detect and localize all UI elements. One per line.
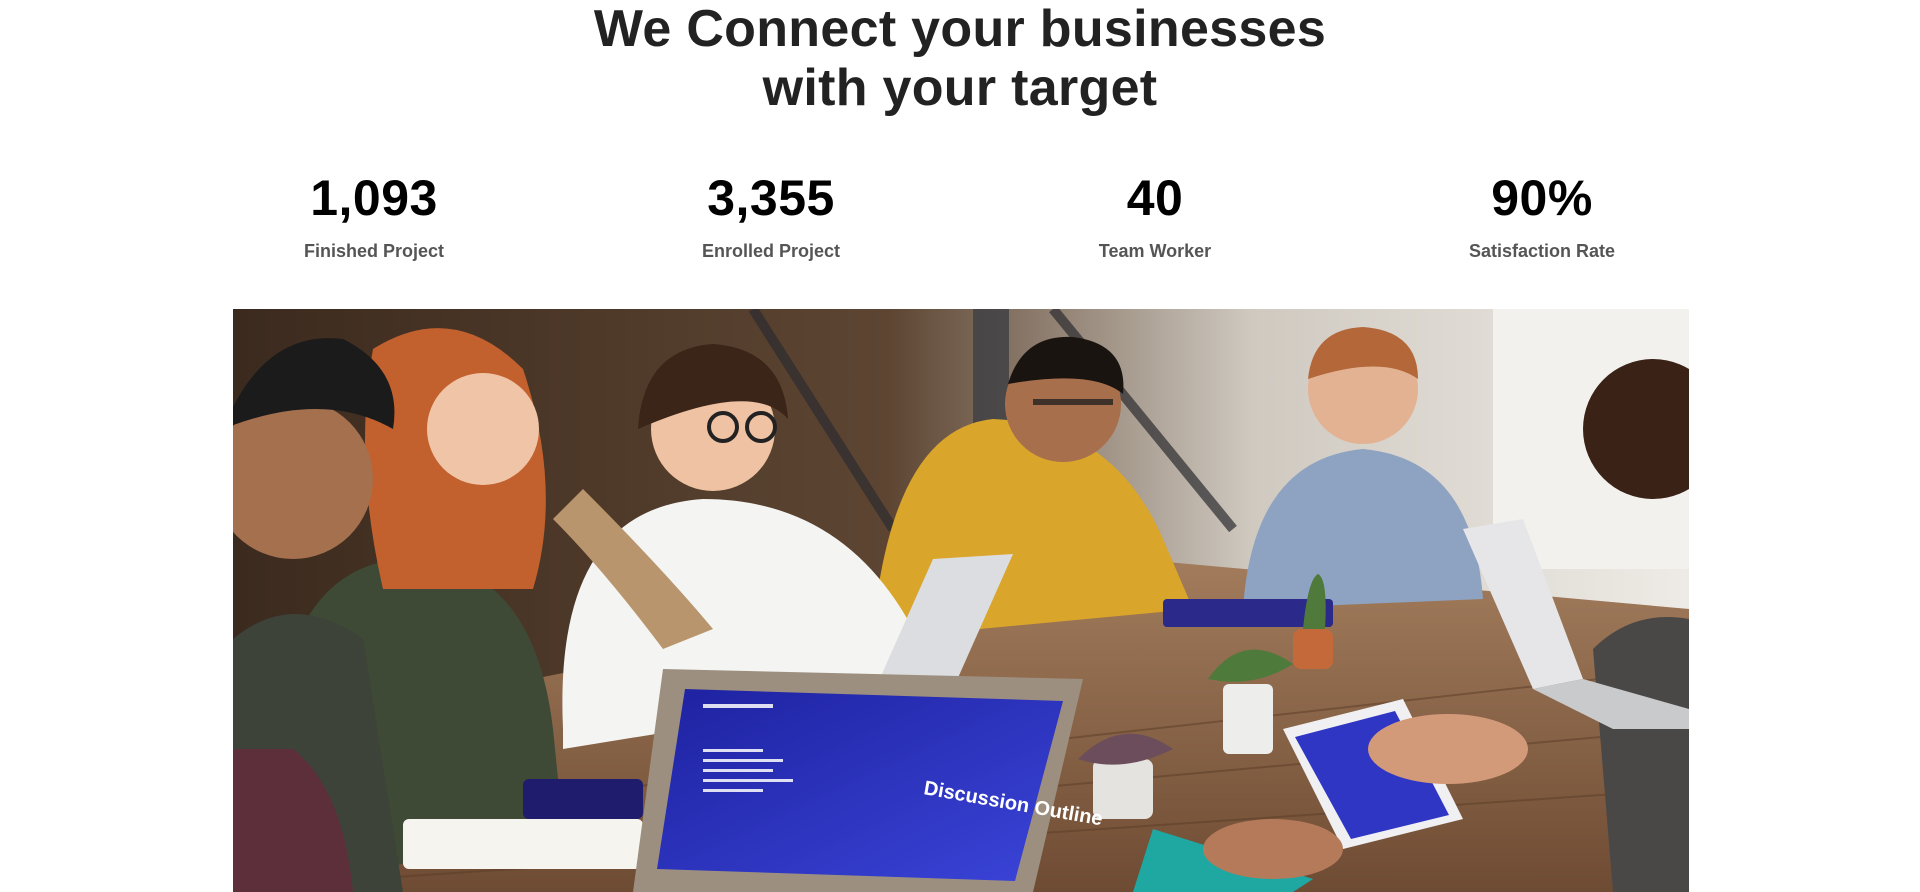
stat-value: 90% [1491, 170, 1593, 226]
headline-line-2: with your target [762, 59, 1158, 117]
team-meeting-illustration: Discussion Outline [233, 309, 1689, 892]
stats-section: We Connect your businesses with your tar… [0, 0, 1920, 892]
stat-label: Enrolled Project [701, 241, 841, 261]
stat-enrolled-project: 3,355 Enrolled Project [641, 170, 901, 262]
headline-line-1: We Connect your businesses [593, 0, 1327, 58]
stat-team-worker: 40 Team Worker [1025, 170, 1285, 262]
stat-finished-project: 1,093 Finished Project [244, 170, 504, 262]
stat-value: 40 [1126, 170, 1184, 226]
stat-label: Satisfaction Rate [1468, 241, 1616, 261]
team-meeting-photo: Discussion Outline [233, 309, 1689, 892]
section-headline: We Connect your businesses with your tar… [0, 0, 1920, 118]
stat-label: Finished Project [303, 241, 445, 261]
stat-label: Team Worker [1098, 241, 1212, 261]
stats-row: 1,093 Finished Project 3,355 Enrolled Pr… [0, 170, 1920, 270]
stat-value: 3,355 [707, 170, 835, 226]
stat-value: 1,093 [310, 170, 438, 226]
stat-satisfaction-rate: 90% Satisfaction Rate [1412, 170, 1672, 262]
